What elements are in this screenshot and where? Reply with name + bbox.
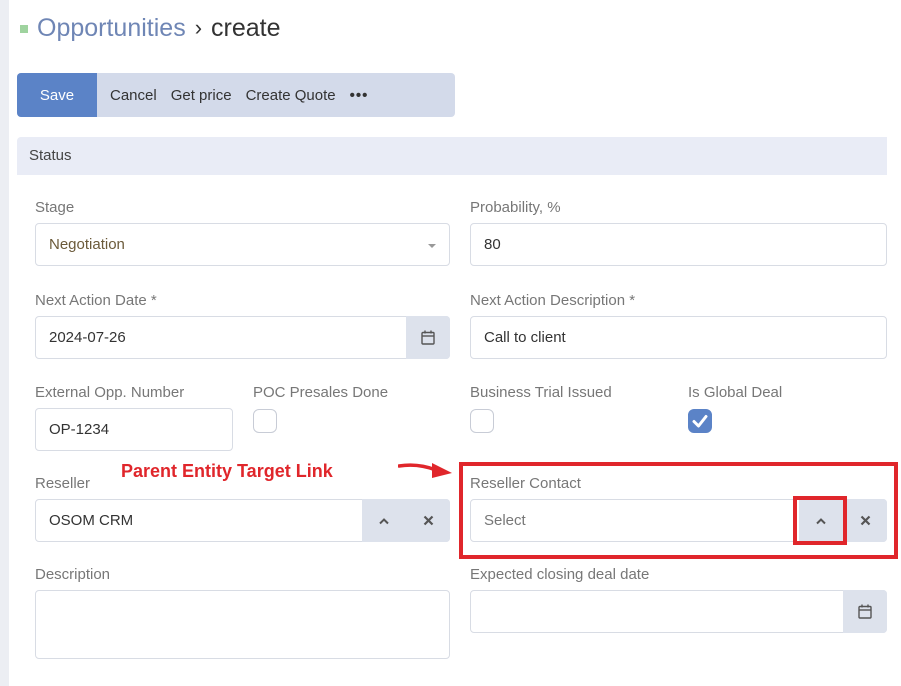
next-action-date-label: Next Action Date * — [35, 292, 157, 309]
calendar-icon — [858, 604, 872, 619]
calendar-button[interactable] — [843, 590, 887, 633]
caret-down-icon — [428, 244, 436, 248]
annotation-highlight-expand-button — [793, 496, 847, 545]
is-global-deal-checkbox[interactable] — [688, 409, 712, 433]
business-trial-issued-label: Business Trial Issued — [470, 384, 612, 401]
close-icon — [423, 515, 433, 526]
external-opp-number-label: External Opp. Number — [35, 384, 185, 401]
stage-label: Stage — [35, 199, 75, 216]
get-price-button[interactable]: Get price — [164, 73, 239, 117]
probability-label: Probability, % — [470, 199, 561, 216]
expected-closing-deal-date-input[interactable] — [470, 590, 887, 633]
reseller-select[interactable]: OSOM CRM — [35, 499, 450, 542]
status-bullet-icon — [20, 25, 28, 33]
more-actions-button[interactable]: ••• — [343, 73, 376, 117]
reseller-label: Reseller — [35, 475, 91, 492]
description-textarea[interactable] — [35, 590, 450, 659]
breadcrumb-current: create — [211, 13, 281, 42]
annotation-arrow-icon — [398, 463, 452, 478]
next-action-date-value: 2024-07-26 — [49, 329, 126, 346]
breadcrumb: Opportunities › create — [20, 10, 281, 46]
breadcrumb-separator: › — [194, 15, 203, 40]
reseller-expand-button[interactable] — [362, 499, 406, 542]
external-opp-number-value: OP-1234 — [49, 421, 110, 438]
next-action-description-value: Call to client — [484, 329, 566, 346]
reseller-value: OSOM CRM — [49, 512, 134, 529]
cut-off-label-right — [470, 676, 560, 686]
description-label: Description — [35, 566, 111, 583]
probability-value: 80 — [484, 236, 501, 253]
calendar-button[interactable] — [406, 316, 450, 359]
annotation-label: Parent Entity Target Link — [121, 461, 333, 481]
stage-select[interactable]: Negotiation — [35, 223, 450, 266]
poc-presales-done-label: POC Presales Done — [253, 384, 389, 401]
external-opp-number-input[interactable]: OP-1234 — [35, 408, 233, 451]
next-action-date-input[interactable]: 2024-07-26 — [35, 316, 450, 359]
next-action-description-label: Next Action Description * — [470, 292, 636, 309]
probability-input[interactable]: 80 — [470, 223, 887, 266]
chevron-up-icon — [379, 517, 389, 524]
business-trial-issued-checkbox[interactable] — [470, 409, 494, 433]
create-quote-button[interactable]: Create Quote — [239, 73, 343, 117]
cancel-button[interactable]: Cancel — [97, 73, 164, 117]
expected-closing-deal-date-label: Expected closing deal date — [470, 566, 650, 583]
section-title: Status — [29, 147, 72, 164]
poc-presales-done-checkbox[interactable] — [253, 409, 277, 433]
right-gutter — [887, 0, 901, 686]
breadcrumb-link-opportunities[interactable]: Opportunities — [37, 14, 186, 43]
action-toolbar: Save Cancel Get price Create Quote ••• — [17, 73, 455, 117]
reseller-clear-button[interactable] — [406, 499, 450, 542]
stage-value: Negotiation — [49, 236, 125, 253]
left-gutter — [0, 0, 9, 686]
section-header-status[interactable]: Status — [17, 137, 887, 175]
save-button[interactable]: Save — [17, 73, 97, 117]
is-global-deal-label: Is Global Deal — [688, 384, 783, 401]
check-icon — [692, 415, 708, 428]
cut-off-label-left — [35, 676, 165, 686]
top-border — [9, 0, 887, 6]
calendar-icon — [421, 330, 435, 345]
next-action-description-input[interactable]: Call to client — [470, 316, 887, 359]
